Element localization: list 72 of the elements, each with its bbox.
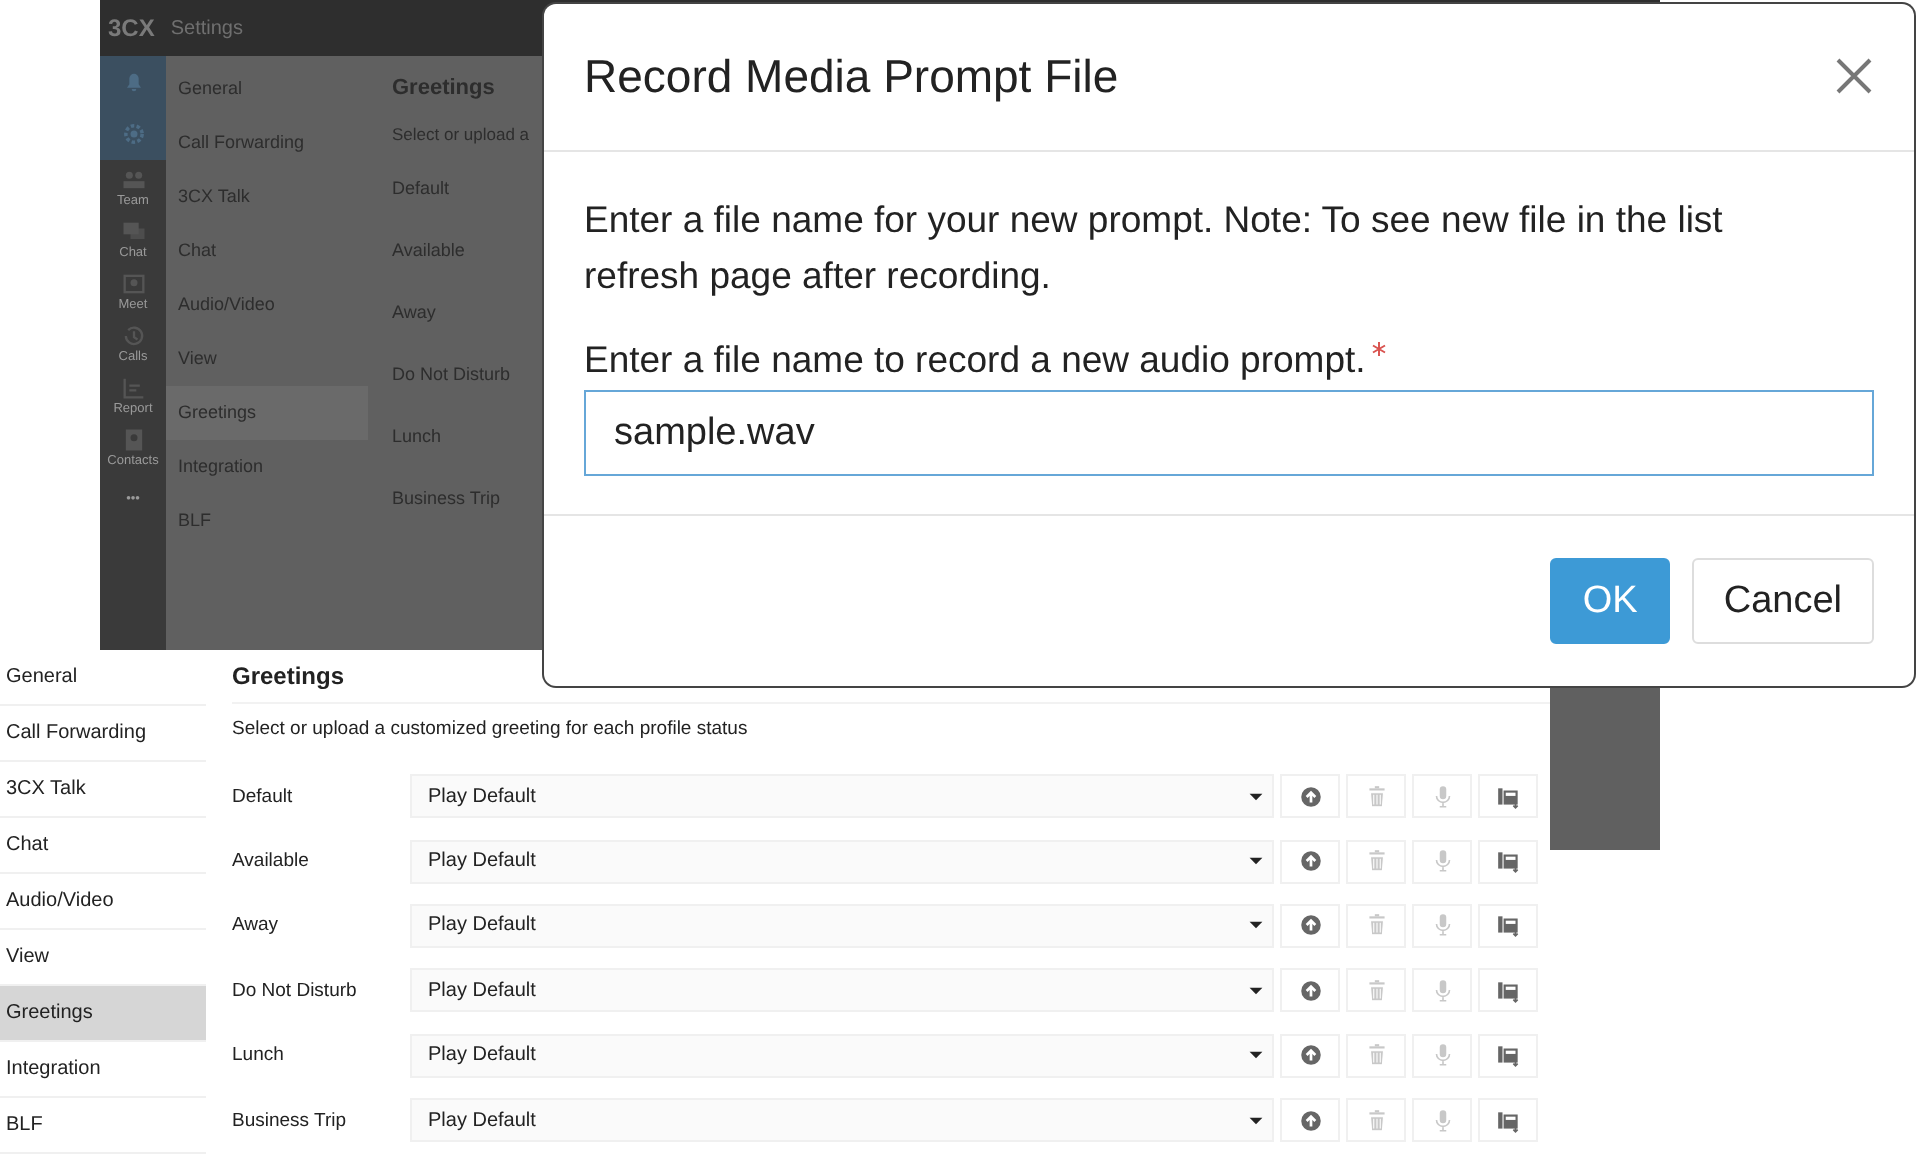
upload-icon (1297, 1107, 1323, 1134)
status-label: Default (232, 785, 295, 808)
upload-icon (1297, 912, 1323, 939)
file-name-field[interactable]: sample.wav (584, 390, 1874, 476)
upload-button[interactable] (1280, 839, 1340, 884)
greeting-dropdown[interactable]: Play Default (410, 839, 1274, 884)
greeting-dropdown[interactable]: Play Default (410, 774, 1274, 819)
caret-icon (1248, 985, 1264, 996)
close-icon (1834, 55, 1874, 95)
upload-icon (1297, 1042, 1323, 1069)
field-label: Enter a file name to record a new audio prompt. (584, 338, 1874, 382)
app-logo: 3CX (108, 14, 155, 42)
desk-phone-icon (1495, 1042, 1521, 1069)
trash-icon (1363, 1107, 1389, 1134)
menu-item[interactable]: Integration (0, 1042, 206, 1098)
chat-icon (119, 217, 147, 245)
menu-item[interactable]: BLF (0, 1098, 206, 1154)
rail-item[interactable] (100, 56, 166, 108)
desk-phone-icon (1495, 848, 1521, 875)
menu-item[interactable]: Call Forwarding (0, 706, 206, 762)
status-label: Away (232, 914, 281, 937)
caret-icon (1248, 791, 1264, 802)
upload-icon (1297, 848, 1323, 875)
menu-item[interactable]: Chat (0, 818, 206, 874)
desk-phone-button[interactable] (1478, 1098, 1538, 1143)
trash-icon (1363, 912, 1389, 939)
video-icon (119, 269, 147, 297)
status-label: Lunch (232, 1044, 286, 1067)
history-icon (119, 321, 147, 349)
caret-icon (1248, 1115, 1264, 1126)
desk-phone-icon (1495, 783, 1521, 810)
upload-button[interactable] (1280, 903, 1340, 948)
menu-item[interactable]: Audio/Video (0, 874, 206, 930)
caret-icon (1248, 856, 1264, 867)
desk-phone-button[interactable] (1478, 968, 1538, 1013)
upload-icon (1297, 783, 1323, 810)
dialog-title: Record Media Prompt File (584, 50, 1119, 104)
greeting-dropdown[interactable]: Play Default (410, 1098, 1274, 1143)
chart-icon (119, 373, 147, 401)
trash-icon (1363, 977, 1389, 1004)
greeting-dropdown[interactable]: Play Default (410, 1033, 1274, 1078)
greeting-dropdown[interactable]: Play Default (410, 903, 1274, 948)
desk-phone-icon (1495, 1107, 1521, 1134)
desk-phone-icon (1495, 977, 1521, 1004)
menu-item[interactable]: 3CX Talk (0, 762, 206, 818)
dialog-message: Enter a file name for your new prompt. Note: To see new file in the list refresh page after recording. (584, 196, 1725, 300)
upload-button[interactable] (1280, 1098, 1340, 1143)
trash-icon (1363, 783, 1389, 810)
upload-button[interactable] (1280, 968, 1340, 1013)
description: Select or upload a customized greeting for each profile status (232, 716, 750, 744)
menu-item[interactable]: Greetings (0, 986, 206, 1042)
upload-icon (1297, 977, 1323, 1004)
greeting-dropdown[interactable]: Play Default (410, 968, 1274, 1013)
desk-phone-button[interactable] (1478, 774, 1538, 819)
desk-phone-button[interactable] (1478, 1033, 1538, 1078)
cancel-button[interactable]: Cancel (1691, 558, 1874, 644)
desk-phone-icon (1495, 912, 1521, 939)
upload-button[interactable] (1280, 774, 1340, 819)
status-label: Available (232, 850, 311, 873)
desk-phone-button[interactable] (1478, 839, 1538, 884)
trash-icon (1363, 1042, 1389, 1069)
upload-button[interactable] (1280, 1033, 1340, 1078)
menu-item[interactable]: General (0, 650, 206, 706)
window-title: Settings (170, 17, 243, 39)
caret-icon (1248, 920, 1264, 931)
caret-icon (1248, 1050, 1264, 1061)
status-label: Do Not Disturb (232, 979, 359, 1002)
status-label: Business Trip (232, 1109, 349, 1132)
settings-icon (119, 120, 147, 148)
desk-phone-button[interactable] (1478, 903, 1538, 948)
rail-item[interactable] (100, 108, 166, 160)
trash-icon (1363, 848, 1389, 875)
